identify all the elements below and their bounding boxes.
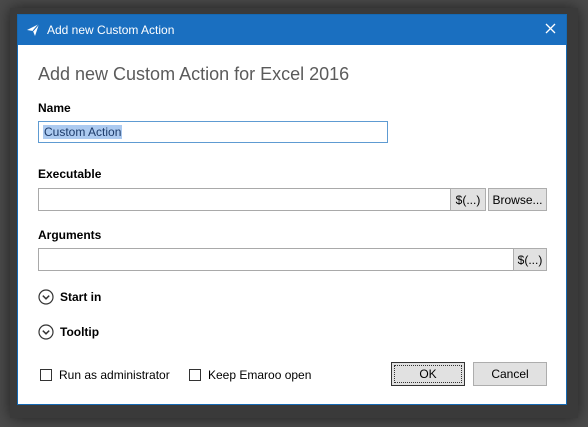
- arguments-variable-button[interactable]: $(...): [513, 248, 547, 271]
- ok-button[interactable]: OK: [391, 362, 465, 386]
- executable-variable-button[interactable]: $(...): [450, 188, 486, 211]
- tooltip-expander[interactable]: Tooltip: [38, 324, 99, 340]
- chevron-down-circle-icon: [38, 324, 54, 340]
- run-as-admin-label: Run as administrator: [59, 368, 170, 382]
- keep-open-checkbox[interactable]: [189, 369, 201, 381]
- keep-open-label: Keep Emaroo open: [208, 368, 312, 382]
- window-title: Add new Custom Action: [47, 23, 175, 37]
- close-button[interactable]: [534, 15, 566, 45]
- run-as-admin-option[interactable]: Run as administrator: [40, 368, 170, 382]
- start-in-label: Start in: [60, 290, 102, 304]
- chevron-down-circle-icon: [38, 289, 54, 305]
- name-label: Name: [38, 101, 71, 115]
- tooltip-label: Tooltip: [60, 325, 100, 339]
- browse-button[interactable]: Browse...: [488, 188, 547, 211]
- dialog-heading: Add new Custom Action for Excel 2016: [38, 64, 350, 84]
- name-field-value: Custom Action: [43, 125, 123, 139]
- keep-open-option[interactable]: Keep Emaroo open: [189, 368, 311, 382]
- focus-rect: [394, 365, 462, 383]
- name-field[interactable]: Custom Action: [38, 121, 388, 143]
- custom-action-dialog: Add new Custom Action Add new Custom Act…: [17, 14, 567, 405]
- executable-field[interactable]: [38, 188, 451, 211]
- close-icon: [545, 23, 556, 37]
- paper-plane-icon: [26, 23, 40, 37]
- cancel-button[interactable]: Cancel: [473, 362, 547, 386]
- arguments-label: Arguments: [38, 228, 102, 242]
- arguments-field[interactable]: [38, 248, 514, 271]
- start-in-expander[interactable]: Start in: [38, 289, 101, 305]
- run-as-admin-checkbox[interactable]: [40, 369, 52, 381]
- executable-label: Executable: [38, 167, 102, 181]
- title-bar[interactable]: Add new Custom Action: [18, 15, 566, 45]
